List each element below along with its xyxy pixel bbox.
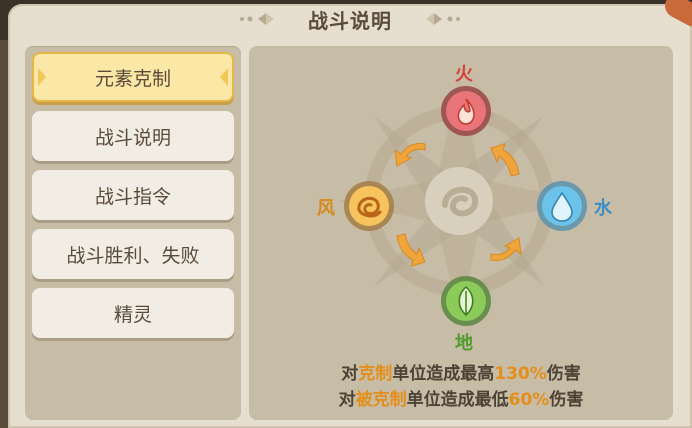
info-highlight: 60% [508, 390, 550, 410]
wind-label: 风 [317, 198, 335, 219]
sidebar-item-label: 战斗说明 [94, 126, 171, 149]
sidebar-item-label: 战斗指令 [94, 185, 171, 208]
water-element-node [537, 181, 587, 231]
title-bar: 战斗说明 [8, 4, 692, 34]
fire-label: 火 [455, 64, 473, 85]
info-text: 单位造成最低 [406, 390, 509, 410]
sidebar: 元素克制 战斗说明 战斗指令 战斗胜利、失败 精灵 [25, 46, 241, 420]
selected-arrow-left-icon [38, 68, 46, 86]
earth-element-node [441, 276, 491, 326]
sidebar-item-label: 元素克制 [94, 67, 171, 90]
info-highlight: 被克制 [355, 390, 407, 410]
selected-arrow-right-icon [220, 68, 228, 86]
info-highlight: 克制 [358, 364, 393, 384]
element-counter-panel: 火 水 地 风 对克制单位造成最高130%伤害 对被克制单位造成最低60%伤害 [249, 46, 673, 420]
title-ornament-right-icon [426, 13, 460, 25]
background-edge [0, 40, 8, 428]
sidebar-item-element-counter[interactable]: 元素克制 [32, 52, 234, 102]
sidebar-item-spirit[interactable]: 精灵 [32, 288, 234, 338]
sidebar-item-battle-help[interactable]: 战斗说明 [32, 111, 234, 161]
info-text: 单位造成最高 [392, 364, 495, 384]
info-text: 对 [338, 390, 356, 410]
sidebar-item-win-lose[interactable]: 战斗胜利、失败 [32, 229, 234, 279]
battle-help-dialog: 战斗说明 元素克制 战斗说明 战斗指令 战斗胜利、失败 精灵 火 水 地 风 对… [8, 0, 692, 428]
counter-bonus-text: 对克制单位造成最高130%伤害 [249, 359, 673, 384]
fire-element-node [441, 86, 491, 136]
info-text: 伤害 [546, 364, 581, 384]
page-title: 战斗说明 [308, 8, 392, 33]
earth-label: 地 [455, 333, 473, 354]
water-label: 水 [594, 198, 612, 219]
info-text: 伤害 [549, 390, 584, 410]
info-text: 对 [341, 364, 359, 384]
sidebar-item-battle-commands[interactable]: 战斗指令 [32, 170, 234, 220]
wind-element-node [344, 181, 394, 231]
sidebar-item-label: 战斗胜利、失败 [66, 244, 200, 267]
counter-penalty-text: 对被克制单位造成最低60%伤害 [249, 385, 673, 410]
title-ornament-left-icon [240, 13, 274, 25]
sidebar-item-label: 精灵 [113, 303, 152, 326]
info-highlight: 130% [494, 364, 547, 384]
